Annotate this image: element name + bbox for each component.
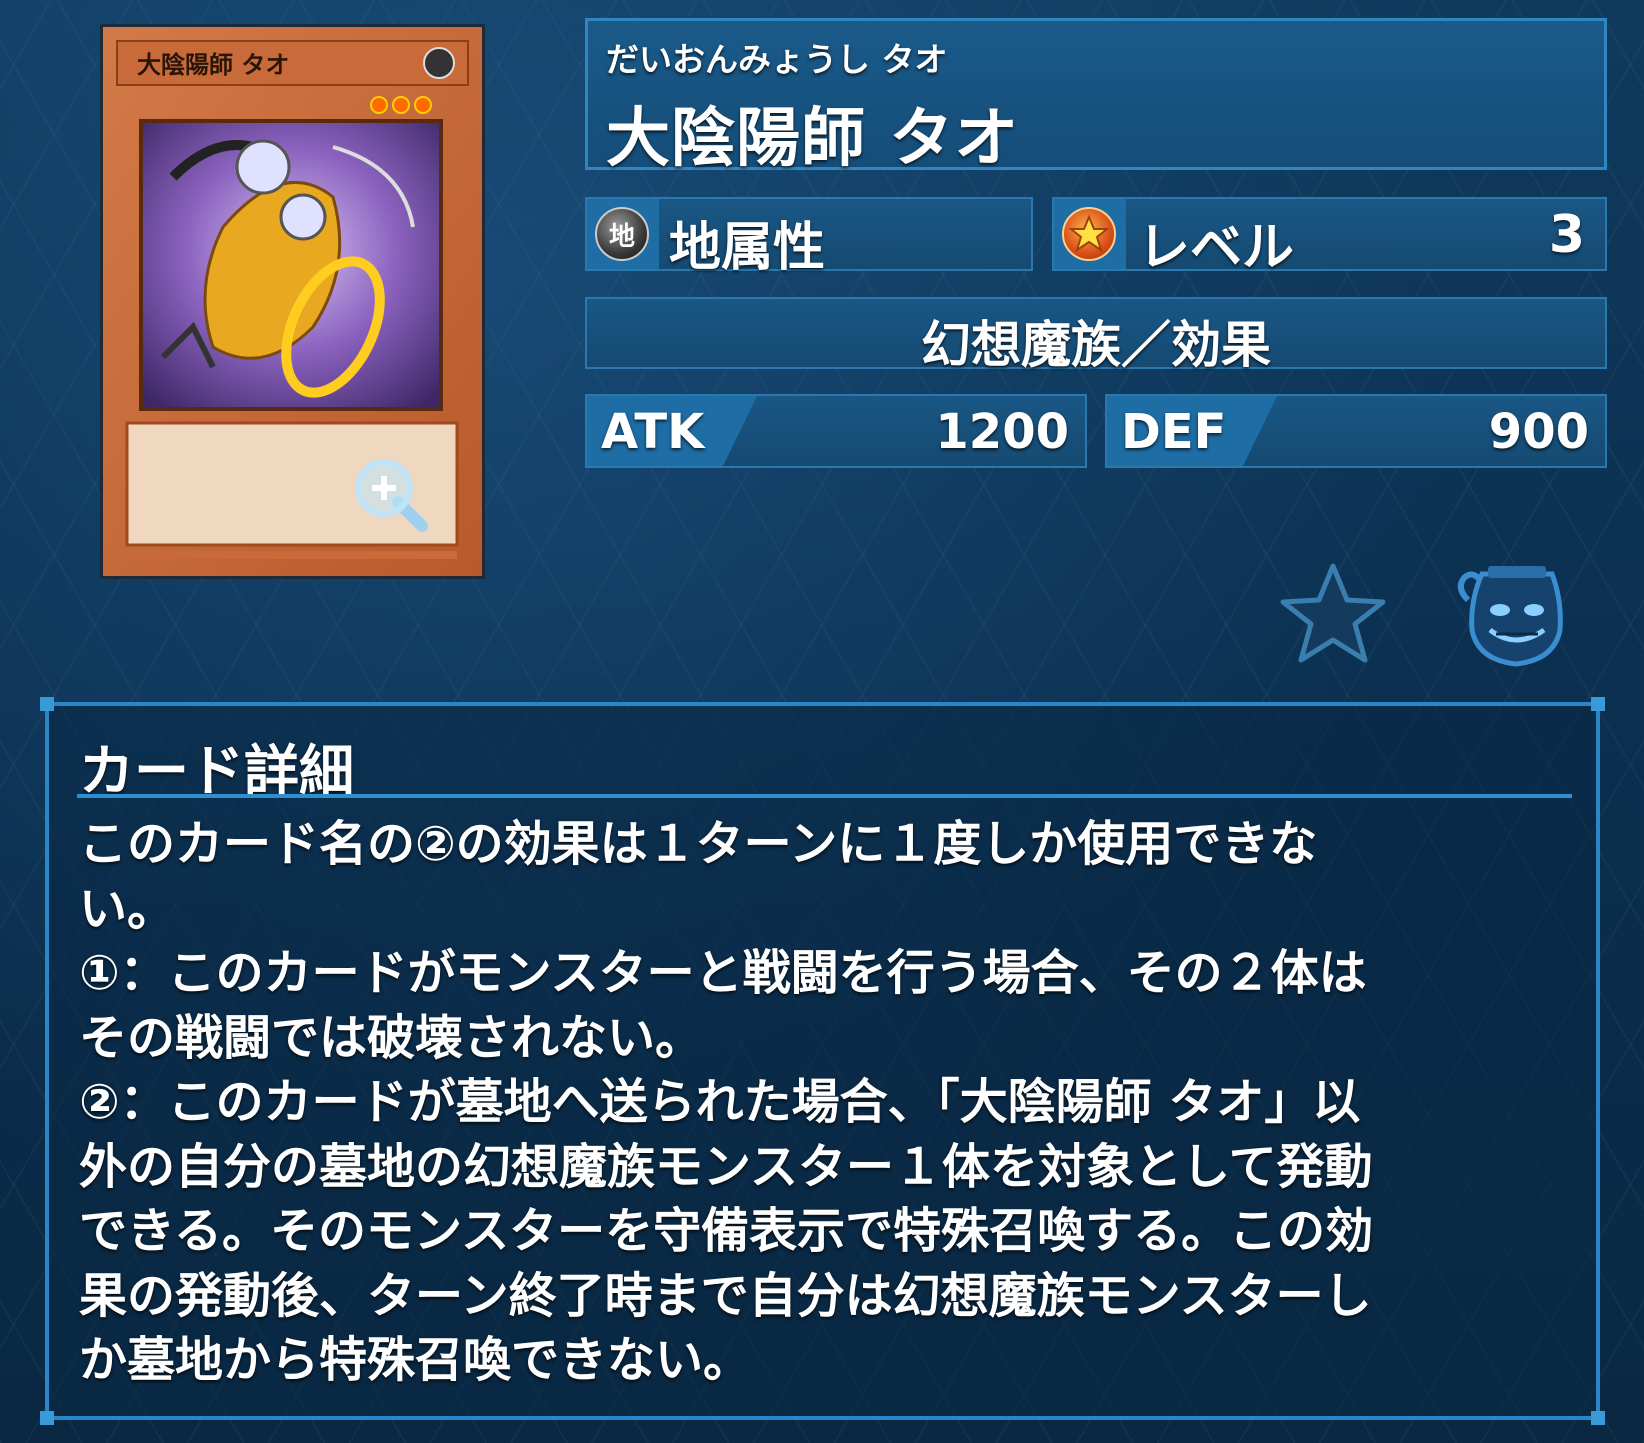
monster-type: 幻想魔族／効果 (921, 316, 1271, 374)
card-name-panel: だいおんみょうし タオ 大陰陽師 タオ (585, 18, 1607, 176)
earth-attribute-icon: 地 (595, 207, 649, 261)
atk-value: 1200 (935, 404, 1069, 460)
details-divider (77, 794, 1572, 798)
card-effect-text: このカード名の②の効果は１ターンに１度しか使用できな い。 ①：このカードがモン… (79, 816, 1374, 1388)
star-icon (1280, 563, 1386, 663)
panel-corner (1591, 697, 1605, 711)
zoom-button[interactable] (350, 454, 430, 534)
favorite-button[interactable] (1275, 560, 1391, 668)
level-label: レベル (1138, 218, 1295, 278)
level-icon-cell (1054, 199, 1126, 269)
card-name-text: 大陰陽師 タオ (137, 50, 289, 79)
card-details-panel: カード詳細 このカード名の②の効果は１ターンに１度しか使用できな い。 ①：この… (40, 697, 1605, 1425)
attribute-label: 地属性 (669, 218, 826, 278)
atk-label: ATK (601, 404, 705, 460)
panel-corner (40, 1411, 54, 1425)
type-bar: 幻想魔族／効果 (585, 297, 1607, 374)
pot-of-greed-icon (1457, 566, 1563, 667)
panel-corner (40, 697, 54, 711)
atk-bar: ATK 1200 (585, 394, 1087, 468)
level-bar: レベル 3 (1052, 197, 1607, 278)
attribute-icon-cell: 地 (587, 199, 659, 269)
card-name: 大陰陽師 タオ (606, 102, 1020, 176)
panel-corner (1591, 1411, 1605, 1425)
star-orb-icon (1062, 207, 1116, 261)
card-image[interactable]: 大陰陽師 タオ (100, 24, 485, 579)
deck-pot-button[interactable] (1450, 560, 1582, 672)
def-bar: DEF 900 (1105, 394, 1607, 468)
card-name-reading: だいおんみょうし タオ (606, 40, 948, 79)
def-value: 900 (1488, 404, 1589, 460)
level-value: 3 (1548, 205, 1585, 265)
def-label: DEF (1121, 404, 1227, 460)
attribute-bar: 地 地属性 (585, 197, 1033, 278)
magnifier-plus-icon (355, 459, 428, 532)
